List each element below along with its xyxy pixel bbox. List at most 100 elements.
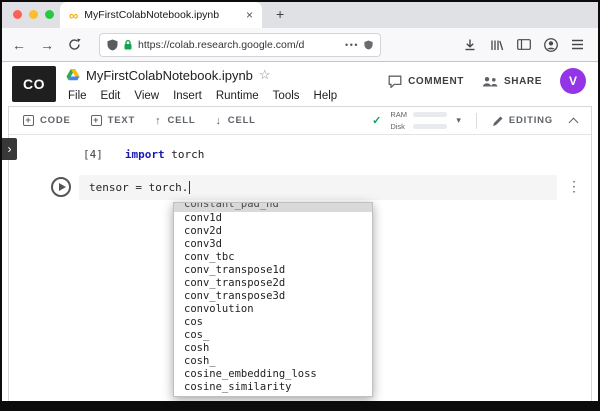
share-button[interactable]: SHARE bbox=[482, 76, 542, 87]
text-cursor bbox=[189, 181, 191, 194]
resources-caret-down-icon[interactable]: ▾ bbox=[456, 115, 461, 126]
autocomplete-item[interactable]: convolution bbox=[174, 303, 372, 316]
window-controls bbox=[13, 10, 54, 19]
autocomplete-item[interactable]: conv1d bbox=[174, 212, 372, 225]
comment-button[interactable]: COMMENT bbox=[388, 75, 464, 88]
editing-label: EDITING bbox=[508, 115, 553, 126]
ram-label: RAM bbox=[390, 110, 407, 119]
new-tab-button[interactable]: + bbox=[276, 6, 284, 22]
notebook-panel: + CODE + TEXT ↑ CELL ↓ CELL ✓ RAM Disk ▾… bbox=[8, 106, 592, 402]
add-text-icon: + bbox=[90, 115, 102, 126]
tracking-shield-icon[interactable] bbox=[107, 39, 118, 51]
run-cell-button[interactable] bbox=[51, 177, 71, 197]
code-keyword: import bbox=[124, 148, 165, 161]
cell-down-button[interactable]: ↓ CELL bbox=[215, 115, 255, 127]
colab-logo[interactable]: CO bbox=[12, 66, 56, 102]
code-cell-1[interactable]: [4] import torch bbox=[83, 148, 204, 161]
chevron-right-icon: › bbox=[7, 142, 12, 156]
autocomplete-item[interactable]: cosh bbox=[174, 342, 372, 355]
arrow-down-icon: ↓ bbox=[215, 114, 222, 127]
autocomplete-item[interactable]: conv3d bbox=[174, 238, 372, 251]
add-text-label: TEXT bbox=[107, 115, 136, 126]
menu-item-edit[interactable]: Edit bbox=[94, 88, 128, 104]
resource-meter[interactable]: RAM Disk bbox=[390, 110, 448, 131]
notebook-toolbar: + CODE + TEXT ↑ CELL ↓ CELL ✓ RAM Disk ▾… bbox=[9, 107, 591, 135]
autocomplete-item[interactable]: cos_ bbox=[174, 329, 372, 342]
autocomplete-item[interactable]: conv_transpose1d bbox=[174, 264, 372, 277]
connected-check-icon: ✓ bbox=[372, 115, 382, 127]
play-icon bbox=[58, 183, 66, 191]
autocomplete-item[interactable]: conv_transpose2d bbox=[174, 277, 372, 290]
cell-options-icon[interactable]: ⋮ bbox=[567, 178, 581, 195]
page-actions-icon[interactable]: ••• bbox=[345, 40, 359, 50]
autocomplete-item[interactable]: conv_tbc bbox=[174, 251, 372, 264]
tab-title: MyFirstColabNotebook.ipynb bbox=[84, 9, 220, 21]
arrow-up-icon: ↑ bbox=[155, 114, 162, 127]
add-text-button[interactable]: + TEXT bbox=[90, 115, 136, 126]
menu-bar: File Edit View Insert Runtime Tools Help bbox=[61, 88, 344, 104]
downloads-icon[interactable] bbox=[463, 38, 477, 51]
ram-meter-row: RAM bbox=[390, 110, 448, 119]
autocomplete-dropdown: constant_pad_nd conv1d conv2d conv3d con… bbox=[173, 202, 373, 397]
autocomplete-item-clipped[interactable]: constant_pad_nd bbox=[174, 203, 372, 212]
forward-icon[interactable]: → bbox=[40, 38, 54, 52]
url-text[interactable]: https://colab.research.google.com/d bbox=[138, 39, 340, 51]
menu-item-help[interactable]: Help bbox=[307, 88, 345, 104]
header-actions: COMMENT SHARE V bbox=[388, 68, 586, 94]
url-bar[interactable]: https://colab.research.google.com/d ••• bbox=[99, 32, 381, 57]
sidebar-toggle-icon[interactable] bbox=[517, 39, 531, 50]
share-icon bbox=[482, 76, 498, 87]
menu-item-view[interactable]: View bbox=[127, 88, 166, 104]
avatar[interactable]: V bbox=[560, 68, 586, 94]
notebook-title[interactable]: MyFirstColabNotebook.ipynb bbox=[86, 68, 253, 83]
back-icon[interactable]: ← bbox=[12, 38, 26, 52]
permissions-shield-icon[interactable] bbox=[364, 40, 373, 50]
cell-up-button[interactable]: ↑ CELL bbox=[155, 115, 195, 127]
colab-favicon-icon: ∞ bbox=[69, 7, 79, 23]
browser-window: ∞ MyFirstColabNotebook.ipynb × + ← → htt… bbox=[0, 0, 600, 411]
star-icon[interactable]: ☆ bbox=[259, 67, 271, 83]
menu-item-runtime[interactable]: Runtime bbox=[209, 88, 266, 104]
editing-mode-button[interactable]: EDITING bbox=[492, 115, 553, 127]
minimize-window-button[interactable] bbox=[29, 10, 38, 19]
toolbar-right: ✓ RAM Disk ▾ EDITING bbox=[372, 110, 579, 131]
disk-usage-bar bbox=[413, 124, 448, 129]
autocomplete-item[interactable]: conv_transpose3d bbox=[174, 290, 372, 303]
window-bottom-edge bbox=[2, 401, 598, 409]
toolbar-divider bbox=[475, 112, 477, 129]
code-rest: torch bbox=[164, 148, 205, 161]
navbar-right-icons bbox=[463, 37, 588, 52]
account-icon[interactable] bbox=[544, 37, 558, 52]
notebook-title-row: MyFirstColabNotebook.ipynb ☆ bbox=[66, 66, 271, 84]
add-code-icon: + bbox=[23, 115, 34, 126]
autocomplete-item[interactable]: cos bbox=[174, 316, 372, 329]
comment-icon bbox=[388, 75, 402, 88]
menu-item-tools[interactable]: Tools bbox=[266, 88, 307, 104]
drive-icon[interactable] bbox=[66, 69, 80, 81]
sidebar-expand-tab[interactable]: › bbox=[2, 138, 17, 160]
close-window-button[interactable] bbox=[13, 10, 22, 19]
comment-label: COMMENT bbox=[408, 75, 464, 87]
cell-up-label: CELL bbox=[167, 115, 196, 126]
autocomplete-item[interactable]: cosine_similarity bbox=[174, 381, 372, 394]
cell2-code[interactable]: tensor = torch. bbox=[89, 181, 188, 194]
browser-tab[interactable]: ∞ MyFirstColabNotebook.ipynb × bbox=[60, 2, 262, 28]
library-icon[interactable] bbox=[490, 39, 504, 51]
hamburger-menu-icon[interactable] bbox=[571, 39, 584, 50]
ram-usage-bar bbox=[413, 112, 448, 117]
collapse-header-icon[interactable] bbox=[568, 117, 579, 127]
autocomplete-item[interactable]: cosh_ bbox=[174, 355, 372, 368]
add-code-button[interactable]: + CODE bbox=[23, 115, 71, 126]
cell1-code[interactable]: import torch bbox=[125, 148, 205, 161]
code-cell-2[interactable]: tensor = torch. bbox=[79, 175, 557, 200]
reload-icon[interactable] bbox=[68, 38, 81, 51]
autocomplete-item[interactable]: cosine_embedding_loss bbox=[174, 368, 372, 381]
execution-count: [4] bbox=[83, 148, 103, 161]
autocomplete-item[interactable]: conv2d bbox=[174, 225, 372, 238]
menu-item-file[interactable]: File bbox=[61, 88, 94, 104]
zoom-window-button[interactable] bbox=[45, 10, 54, 19]
add-code-label: CODE bbox=[40, 115, 71, 126]
menu-item-insert[interactable]: Insert bbox=[166, 88, 209, 104]
close-tab-icon[interactable]: × bbox=[246, 8, 253, 22]
lock-icon[interactable] bbox=[123, 39, 133, 51]
